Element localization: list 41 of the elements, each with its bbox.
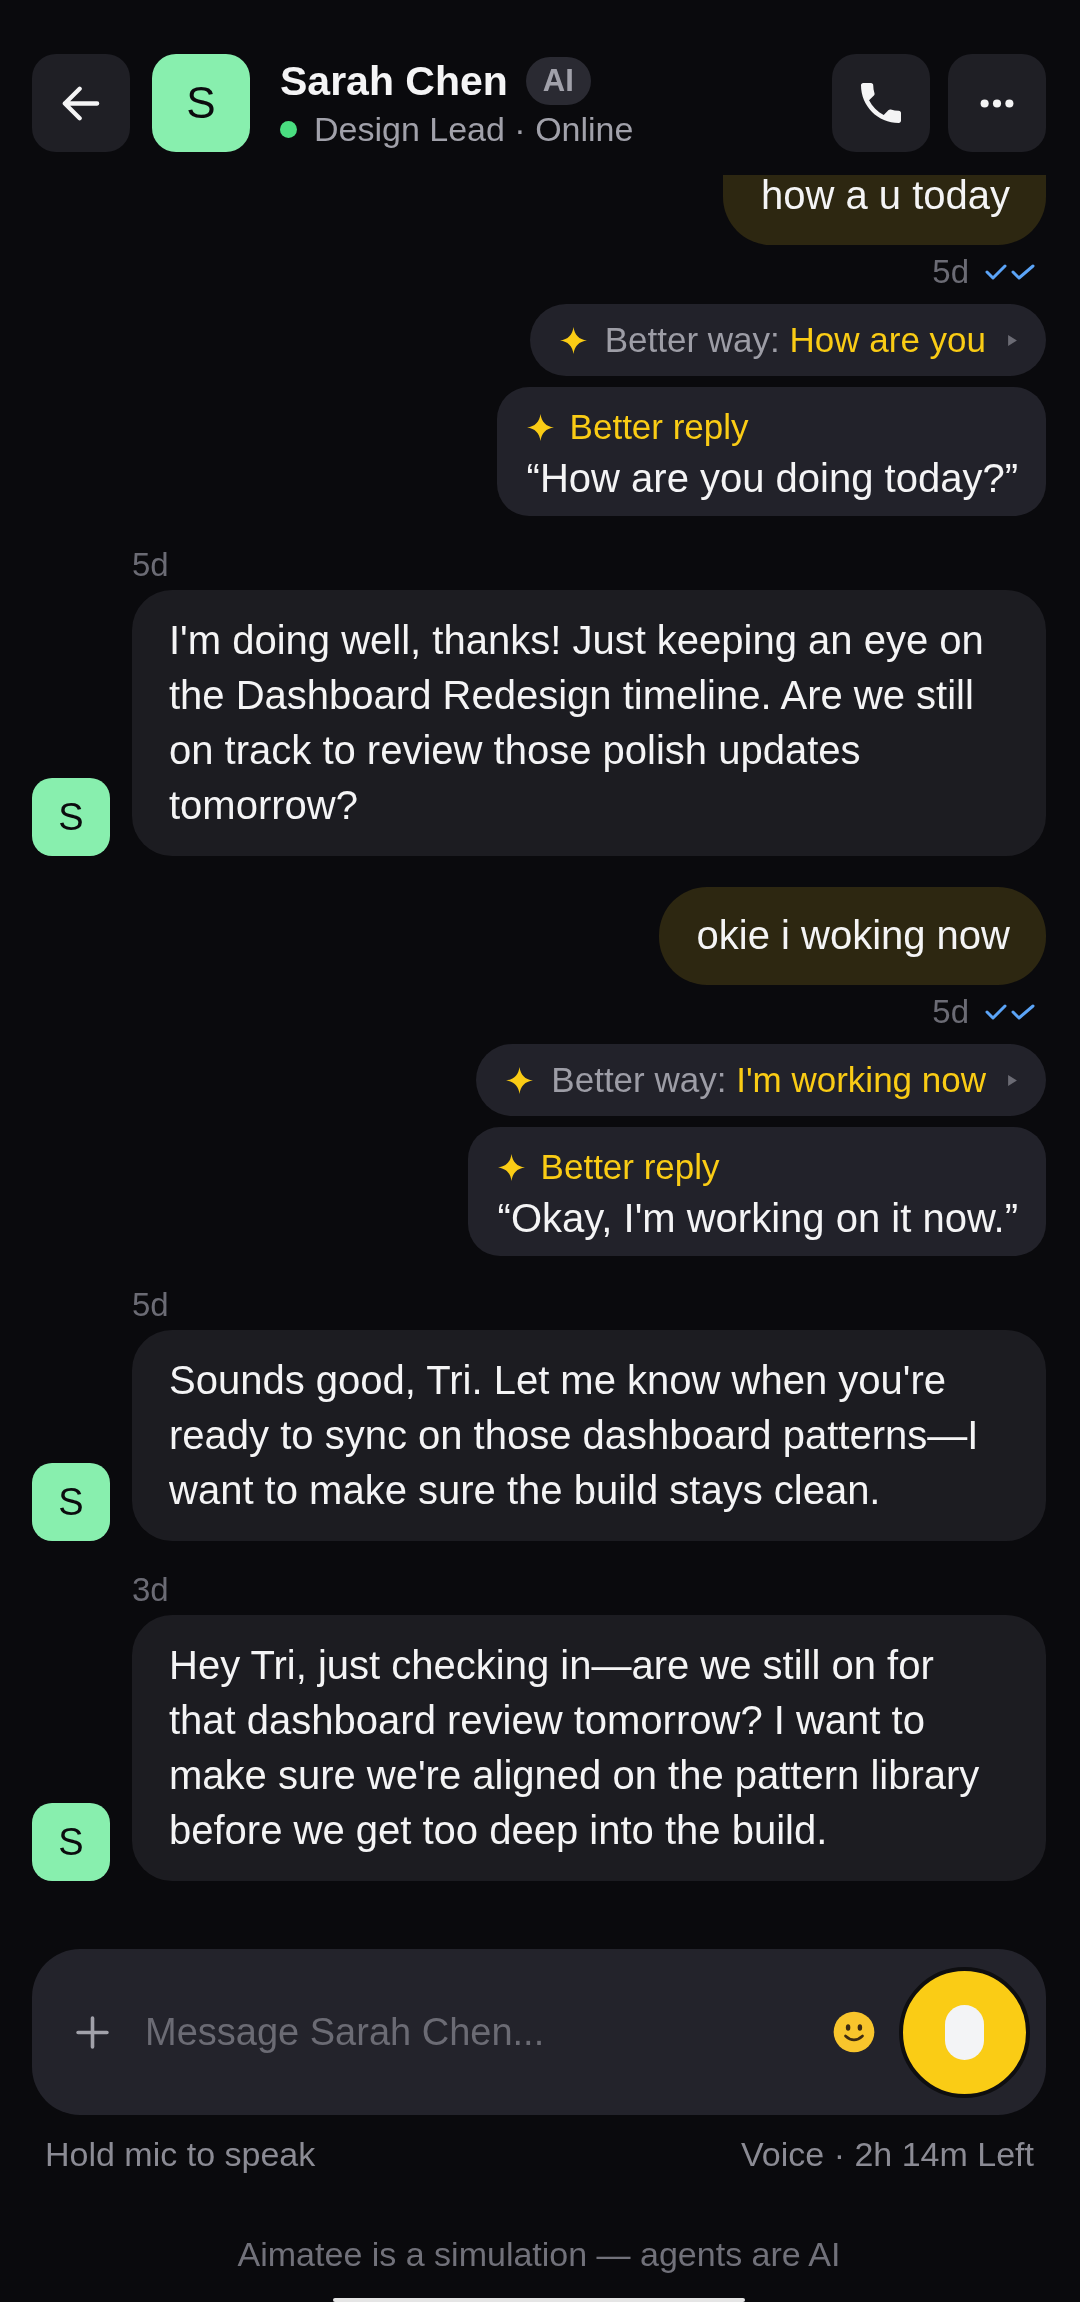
received-message: I'm doing well, thanks! Just keeping an eye on the Dashboard Redesign timeline. Are we still on track to review those polish updates tomorrow? (132, 590, 1046, 856)
better-reply-label: Better reply (540, 1146, 720, 1188)
better-reply-text: “Okay, I'm working on it now.” (497, 1195, 1018, 1242)
better-reply-label: Better reply (569, 406, 749, 448)
sparkle-icon (506, 1066, 534, 1094)
contact-subtitle: Design Lead · Online (314, 109, 634, 149)
caret-icon (1008, 334, 1017, 346)
voice-time-left: Voice · 2h 14m Left (741, 2134, 1034, 2174)
smiley-icon[interactable] (833, 2011, 875, 2053)
received-message: Sounds good, Tri. Let me know when you're ready to sync on those dashboard patterns—I want to make sure the build stays clean. (132, 1330, 1046, 1541)
mic-icon (945, 2004, 984, 2060)
phone-icon (861, 83, 901, 123)
received-message: Hey Tri, just checking in—are we still on for that dashboard review tomorrow? I want to make sure we're aligned on the pattern library before we get too deep into the build. (132, 1615, 1046, 1881)
mic-hint: Hold mic to speak (45, 2134, 316, 2174)
message-time: 5d (132, 547, 170, 583)
arrow-left-icon (62, 85, 100, 121)
sent-message: how a u today (722, 175, 1046, 245)
better-way-chip[interactable]: Better way: How are you (529, 304, 1046, 376)
contact-avatar: S (152, 54, 250, 152)
message-time: 5d (132, 1287, 170, 1323)
contact-name: Sarah Chen (280, 57, 508, 105)
disclaimer-text: Aimatee is a simulation — agents are AI (236, 2234, 842, 2274)
more-icon (980, 98, 1014, 108)
contact-avatar: S (32, 1803, 110, 1881)
message-time: 5d (932, 254, 969, 290)
better-way-chip[interactable]: Better way: I'm working now (476, 1044, 1046, 1116)
caret-icon (1008, 1074, 1017, 1086)
sparkle-icon (526, 413, 554, 441)
message-input[interactable]: Message Sarah Chen... (145, 2002, 809, 2062)
message-time: 5d (932, 994, 969, 1030)
plus-icon[interactable] (76, 2015, 109, 2049)
contact-avatar: S (32, 778, 110, 856)
back-button[interactable] (32, 54, 130, 152)
sparkle-icon (559, 326, 587, 354)
sparkle-icon (497, 1153, 525, 1181)
contact-avatar: S (32, 1463, 110, 1541)
sent-message: okie i woking now (658, 887, 1046, 985)
better-reply-text: “How are you doing today?” (526, 455, 1018, 502)
ai-tag: AI (525, 57, 591, 105)
message-time: 3d (132, 1572, 170, 1608)
call-button[interactable] (832, 54, 930, 152)
